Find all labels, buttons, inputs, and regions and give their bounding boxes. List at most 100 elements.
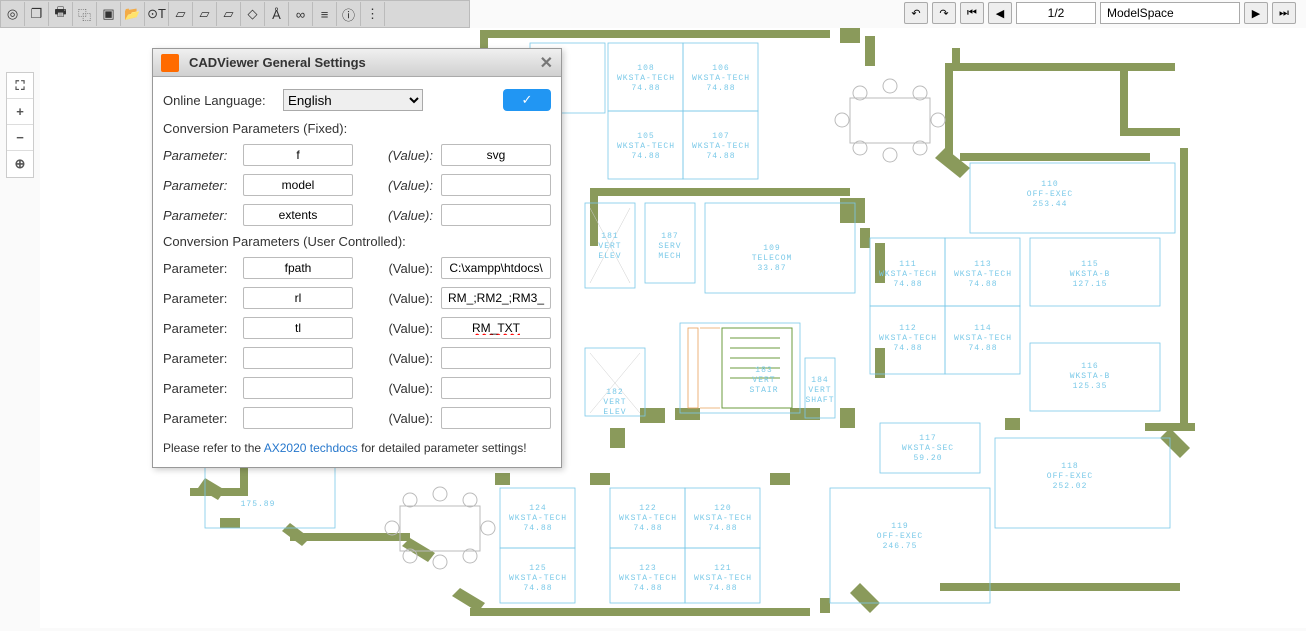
svg-text:125.35: 125.35: [1073, 382, 1108, 391]
user-param-4[interactable]: [243, 377, 353, 399]
tool-ruler1-icon[interactable]: ▱: [169, 2, 193, 26]
svg-text:74.88: 74.88: [633, 584, 662, 593]
svg-text:184: 184: [811, 376, 828, 385]
svg-text:74.88: 74.88: [523, 524, 552, 533]
page-input[interactable]: [1016, 2, 1096, 24]
svg-text:ELEV: ELEV: [603, 408, 626, 417]
svg-text:VERT: VERT: [603, 398, 626, 407]
tool-compass-icon[interactable]: Å: [265, 2, 289, 26]
zoom-fit-button[interactable]: ⊕: [7, 151, 33, 177]
svg-text:WKSTA-TECH: WKSTA-TECH: [509, 574, 567, 583]
fixed-value-1[interactable]: [441, 174, 551, 196]
user-value-2[interactable]: [441, 317, 551, 339]
next-page-button[interactable]: ▶: [1244, 2, 1268, 24]
user-value-1[interactable]: [441, 287, 551, 309]
svg-text:125: 125: [529, 564, 546, 573]
user-param-5[interactable]: [243, 407, 353, 429]
fullscreen-button[interactable]: ⛶: [7, 73, 33, 99]
svg-text:119: 119: [891, 522, 908, 531]
svg-text:116: 116: [1081, 362, 1098, 371]
user-value-0[interactable]: [441, 257, 551, 279]
settings-dialog: CADViewer General Settings ✕ Online Lang…: [152, 48, 562, 468]
svg-text:TELECOM: TELECOM: [752, 254, 793, 263]
svg-text:OFF-EXEC: OFF-EXEC: [1027, 190, 1073, 199]
tool-open-icon[interactable]: 📂: [121, 2, 145, 26]
fixed-param-2[interactable]: [243, 204, 353, 226]
user-value-3[interactable]: [441, 347, 551, 369]
svg-text:33.87: 33.87: [757, 264, 786, 273]
svg-text:106: 106: [712, 64, 729, 73]
language-select[interactable]: English: [283, 89, 423, 111]
user-value-5[interactable]: [441, 407, 551, 429]
svg-text:182: 182: [606, 388, 623, 397]
param-label: Parameter:: [163, 178, 243, 193]
first-page-button[interactable]: ⏮: [960, 2, 984, 24]
tool-text-icon[interactable]: ⊙T: [145, 2, 169, 26]
param-label: Parameter:: [163, 351, 243, 366]
app-logo-icon: [161, 54, 179, 72]
tool-copy-icon[interactable]: ⿻: [73, 2, 97, 26]
zoom-out-button[interactable]: −: [7, 125, 33, 151]
svg-text:WKSTA-TECH: WKSTA-TECH: [509, 514, 567, 523]
page-nav: ↶ ↷ ⏮ ◀ ModelSpace ▶ ⏭: [904, 2, 1296, 24]
tool-ruler3-icon[interactable]: ▱: [217, 2, 241, 26]
zoom-in-button[interactable]: +: [7, 99, 33, 125]
svg-text:113: 113: [974, 260, 991, 269]
svg-text:STAIR: STAIR: [749, 386, 778, 395]
svg-text:123: 123: [639, 564, 656, 573]
user-param-2[interactable]: [243, 317, 353, 339]
fixed-param-1[interactable]: [243, 174, 353, 196]
tool-eraser-icon[interactable]: ◇: [241, 2, 265, 26]
confirm-button[interactable]: ✓: [503, 89, 551, 111]
svg-text:WKSTA-TECH: WKSTA-TECH: [879, 334, 937, 343]
redo-button[interactable]: ↷: [932, 2, 956, 24]
close-icon[interactable]: ✕: [540, 53, 553, 73]
svg-text:183: 183: [755, 366, 772, 375]
last-page-button[interactable]: ⏭: [1272, 2, 1296, 24]
param-label: Parameter:: [163, 148, 243, 163]
fixed-value-0[interactable]: [441, 144, 551, 166]
svg-text:WKSTA-TECH: WKSTA-TECH: [694, 574, 752, 583]
svg-text:VERT: VERT: [598, 242, 621, 251]
tool-print-icon[interactable]: 🖶: [49, 2, 73, 26]
user-param-3[interactable]: [243, 347, 353, 369]
svg-text:WKSTA-TECH: WKSTA-TECH: [954, 334, 1012, 343]
user-value-4[interactable]: [441, 377, 551, 399]
param-label: Parameter:: [163, 291, 243, 306]
svg-text:SHAFT: SHAFT: [805, 396, 834, 405]
svg-text:117: 117: [919, 434, 936, 443]
tool-target-icon[interactable]: ◎: [1, 2, 25, 26]
value-label: (Value):: [373, 321, 433, 336]
svg-text:120: 120: [714, 504, 731, 513]
svg-text:122: 122: [639, 504, 656, 513]
main-toolbar: ◎ ❐ 🖶 ⿻ ▣ 📂 ⊙T ▱ ▱ ▱ ◇ Å ∞ ≡ ⓘ ⋮: [0, 0, 470, 28]
value-label: (Value):: [373, 208, 433, 223]
dialog-header[interactable]: CADViewer General Settings ✕: [153, 49, 561, 77]
param-label: Parameter:: [163, 261, 243, 276]
svg-text:WKSTA-TECH: WKSTA-TECH: [954, 270, 1012, 279]
tool-layers-icon[interactable]: ❐: [25, 2, 49, 26]
tool-ruler2-icon[interactable]: ▱: [193, 2, 217, 26]
svg-text:WKSTA-TECH: WKSTA-TECH: [879, 270, 937, 279]
user-param-0[interactable]: [243, 257, 353, 279]
tool-info-icon[interactable]: ⓘ: [337, 2, 361, 26]
tool-paste-icon[interactable]: ▣: [97, 2, 121, 26]
techdocs-link[interactable]: AX2020 techdocs: [264, 441, 358, 455]
svg-text:WKSTA-TECH: WKSTA-TECH: [619, 574, 677, 583]
value-label: (Value):: [373, 148, 433, 163]
svg-text:SERV: SERV: [658, 242, 681, 251]
svg-text:74.88: 74.88: [631, 84, 660, 93]
svg-text:OFF-EXEC: OFF-EXEC: [877, 532, 923, 541]
tool-more-icon[interactable]: ⋮: [361, 2, 385, 26]
tool-link-icon[interactable]: ∞: [289, 2, 313, 26]
svg-text:WKSTA-TECH: WKSTA-TECH: [692, 142, 750, 151]
svg-text:74.88: 74.88: [706, 152, 735, 161]
fixed-param-0[interactable]: [243, 144, 353, 166]
space-select[interactable]: ModelSpace: [1100, 2, 1240, 24]
tool-list-icon[interactable]: ≡: [313, 2, 337, 26]
user-param-1[interactable]: [243, 287, 353, 309]
fixed-value-2[interactable]: [441, 204, 551, 226]
prev-page-button[interactable]: ◀: [988, 2, 1012, 24]
undo-button[interactable]: ↶: [904, 2, 928, 24]
svg-text:112: 112: [899, 324, 916, 333]
